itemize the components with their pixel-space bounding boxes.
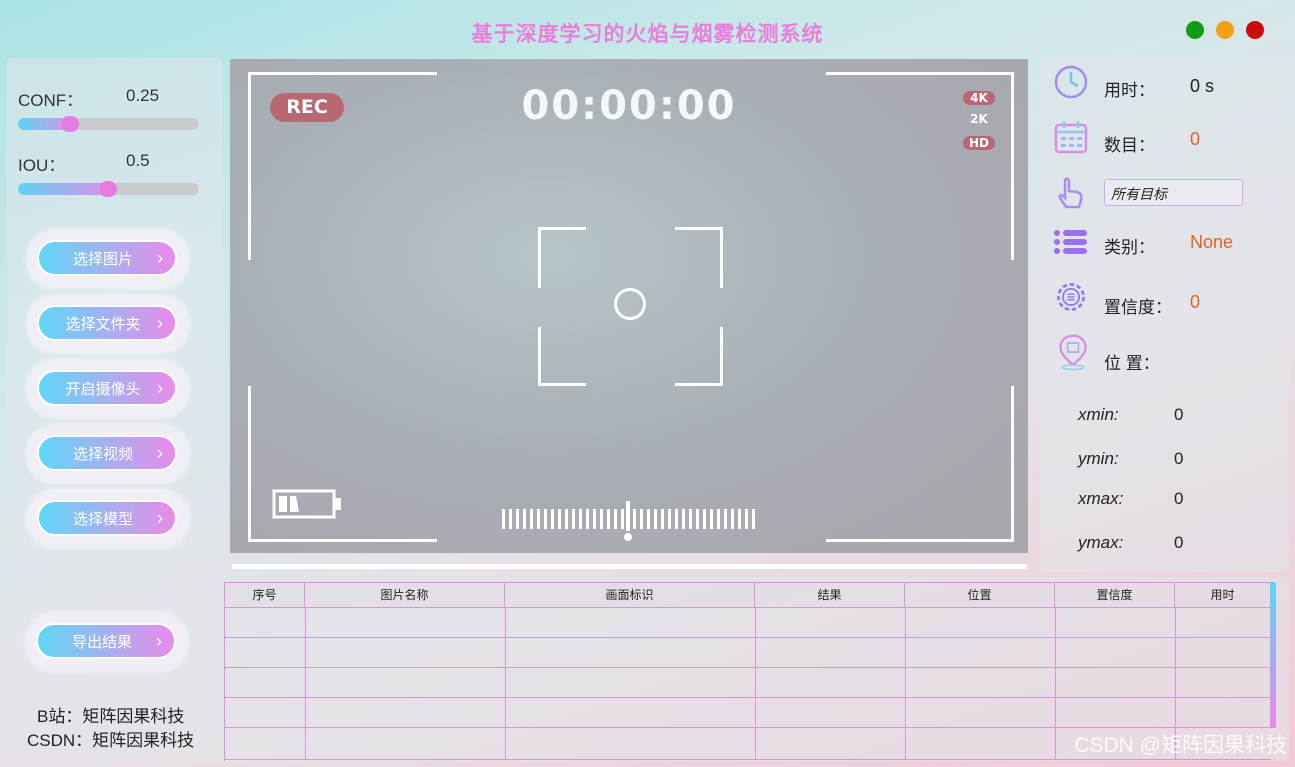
table-row[interactable] bbox=[225, 638, 1271, 668]
export-button[interactable]: 导出结果 › bbox=[36, 623, 176, 659]
focus-corner bbox=[538, 327, 586, 386]
csdn-credit: CSDN：矩阵因果科技 bbox=[27, 731, 195, 750]
ymax-label: ymax: bbox=[1078, 533, 1124, 552]
select-model-button[interactable]: 选择模型 › bbox=[37, 500, 177, 536]
chevron-right-icon: › bbox=[157, 508, 163, 528]
open-camera-button-frame: 开启摄像头 › bbox=[27, 360, 189, 418]
column-header[interactable]: 图片名称 bbox=[305, 583, 505, 608]
close-button[interactable] bbox=[1246, 21, 1264, 39]
confidence-label: 置信度： bbox=[1104, 298, 1172, 317]
column-header[interactable]: 置信度 bbox=[1055, 583, 1175, 608]
select-video-label: 选择视频 bbox=[72, 445, 133, 463]
export-label: 导出结果 bbox=[71, 633, 132, 651]
xmax-label: xmax: bbox=[1078, 489, 1124, 508]
calendar-icon bbox=[1054, 121, 1088, 154]
frame-corner bbox=[826, 386, 1014, 542]
xmax-value: 0 bbox=[1174, 489, 1184, 508]
class-label: 类别： bbox=[1104, 238, 1155, 257]
select-model-button-frame: 选择模型 › bbox=[27, 490, 189, 548]
iou-slider[interactable] bbox=[18, 181, 199, 197]
column-header[interactable]: 画面标识 bbox=[505, 583, 755, 608]
column-header[interactable]: 位置 bbox=[905, 583, 1055, 608]
column-divider bbox=[755, 608, 756, 760]
xmin-value: 0 bbox=[1174, 405, 1184, 424]
watermark: CSDN @矩阵因果科技 bbox=[1074, 734, 1287, 757]
select-video-button[interactable]: 选择视频 › bbox=[37, 435, 177, 471]
zoom-ruler-icon bbox=[502, 501, 755, 541]
select-video-button-frame: 选择视频 › bbox=[27, 425, 189, 483]
chevron-right-icon: › bbox=[157, 313, 163, 333]
iou-slider-handle[interactable] bbox=[99, 181, 117, 197]
conf-label: CONF： bbox=[18, 91, 84, 110]
iou-label: IOU： bbox=[18, 156, 66, 175]
iou-value: 0.5 bbox=[126, 151, 150, 170]
video-progress-bar[interactable] bbox=[232, 564, 1027, 569]
table-row[interactable] bbox=[225, 698, 1271, 728]
open-camera-label: 开启摄像头 bbox=[65, 380, 141, 398]
frame-corner bbox=[826, 72, 1014, 260]
column-divider bbox=[905, 608, 906, 760]
ymax-value: 0 bbox=[1174, 533, 1184, 552]
chevron-right-icon: › bbox=[157, 443, 163, 463]
select-folder-button[interactable]: 选择文件夹 › bbox=[37, 305, 177, 341]
select-folder-button-frame: 选择文件夹 › bbox=[27, 295, 189, 353]
time-label: 用时： bbox=[1104, 81, 1155, 100]
maximize-button[interactable] bbox=[1216, 21, 1234, 39]
pointer-hand-icon bbox=[1058, 177, 1083, 209]
list-icon bbox=[1054, 230, 1087, 254]
focus-corner bbox=[675, 327, 723, 386]
column-header[interactable]: 序号 bbox=[225, 583, 305, 608]
location-pin-icon bbox=[1059, 334, 1087, 370]
count-value: 0 bbox=[1190, 129, 1201, 149]
conf-slider[interactable] bbox=[18, 116, 199, 132]
column-header[interactable]: 结果 bbox=[755, 583, 905, 608]
open-camera-button[interactable]: 开启摄像头 › bbox=[37, 370, 177, 406]
focus-corner bbox=[538, 227, 586, 288]
select-image-button[interactable]: 选择图片 › bbox=[37, 240, 177, 276]
table-row[interactable] bbox=[225, 668, 1271, 698]
frame-corner bbox=[248, 72, 437, 260]
table-row[interactable] bbox=[225, 608, 1271, 638]
column-divider bbox=[505, 608, 506, 760]
conf-slider-handle[interactable] bbox=[61, 116, 79, 132]
time-value: 0 s bbox=[1190, 76, 1215, 96]
select-image-label: 选择图片 bbox=[72, 250, 133, 268]
select-model-label: 选择模型 bbox=[72, 510, 133, 528]
video-display: REC 00:00:00 4K 2K HD bbox=[230, 59, 1028, 553]
ymin-label: ymin: bbox=[1078, 449, 1119, 468]
column-header[interactable]: 用时 bbox=[1175, 583, 1271, 608]
gear-icon bbox=[1057, 283, 1085, 311]
clock-icon bbox=[1054, 65, 1088, 99]
ymin-value: 0 bbox=[1174, 449, 1184, 468]
position-label: 位 置： bbox=[1104, 354, 1160, 373]
class-value: None bbox=[1190, 232, 1234, 252]
chevron-right-icon: › bbox=[157, 248, 163, 268]
chevron-right-icon: › bbox=[157, 378, 163, 398]
column-divider bbox=[1055, 608, 1056, 760]
select-folder-label: 选择文件夹 bbox=[65, 315, 141, 333]
minimize-button[interactable] bbox=[1186, 21, 1204, 39]
focus-corner bbox=[675, 227, 723, 288]
confidence-value: 0 bbox=[1190, 292, 1201, 312]
export-button-frame: 导出结果 › bbox=[26, 613, 188, 671]
conf-value: 0.25 bbox=[126, 86, 160, 105]
xmin-label: xmin: bbox=[1078, 405, 1119, 424]
battery-icon bbox=[272, 489, 341, 519]
select-image-button-frame: 选择图片 › bbox=[27, 230, 189, 288]
app-title: 基于深度学习的火焰与烟雾检测系统 bbox=[471, 21, 824, 46]
focus-circle-icon bbox=[614, 288, 646, 320]
column-divider bbox=[305, 608, 306, 760]
count-label: 数目： bbox=[1104, 136, 1155, 155]
table-scrollbar[interactable] bbox=[1270, 582, 1276, 728]
chevron-right-icon: › bbox=[156, 631, 162, 651]
bilibili-credit: B站：矩阵因果科技 bbox=[37, 707, 185, 726]
target-select[interactable]: 所有目标 bbox=[1104, 179, 1243, 206]
